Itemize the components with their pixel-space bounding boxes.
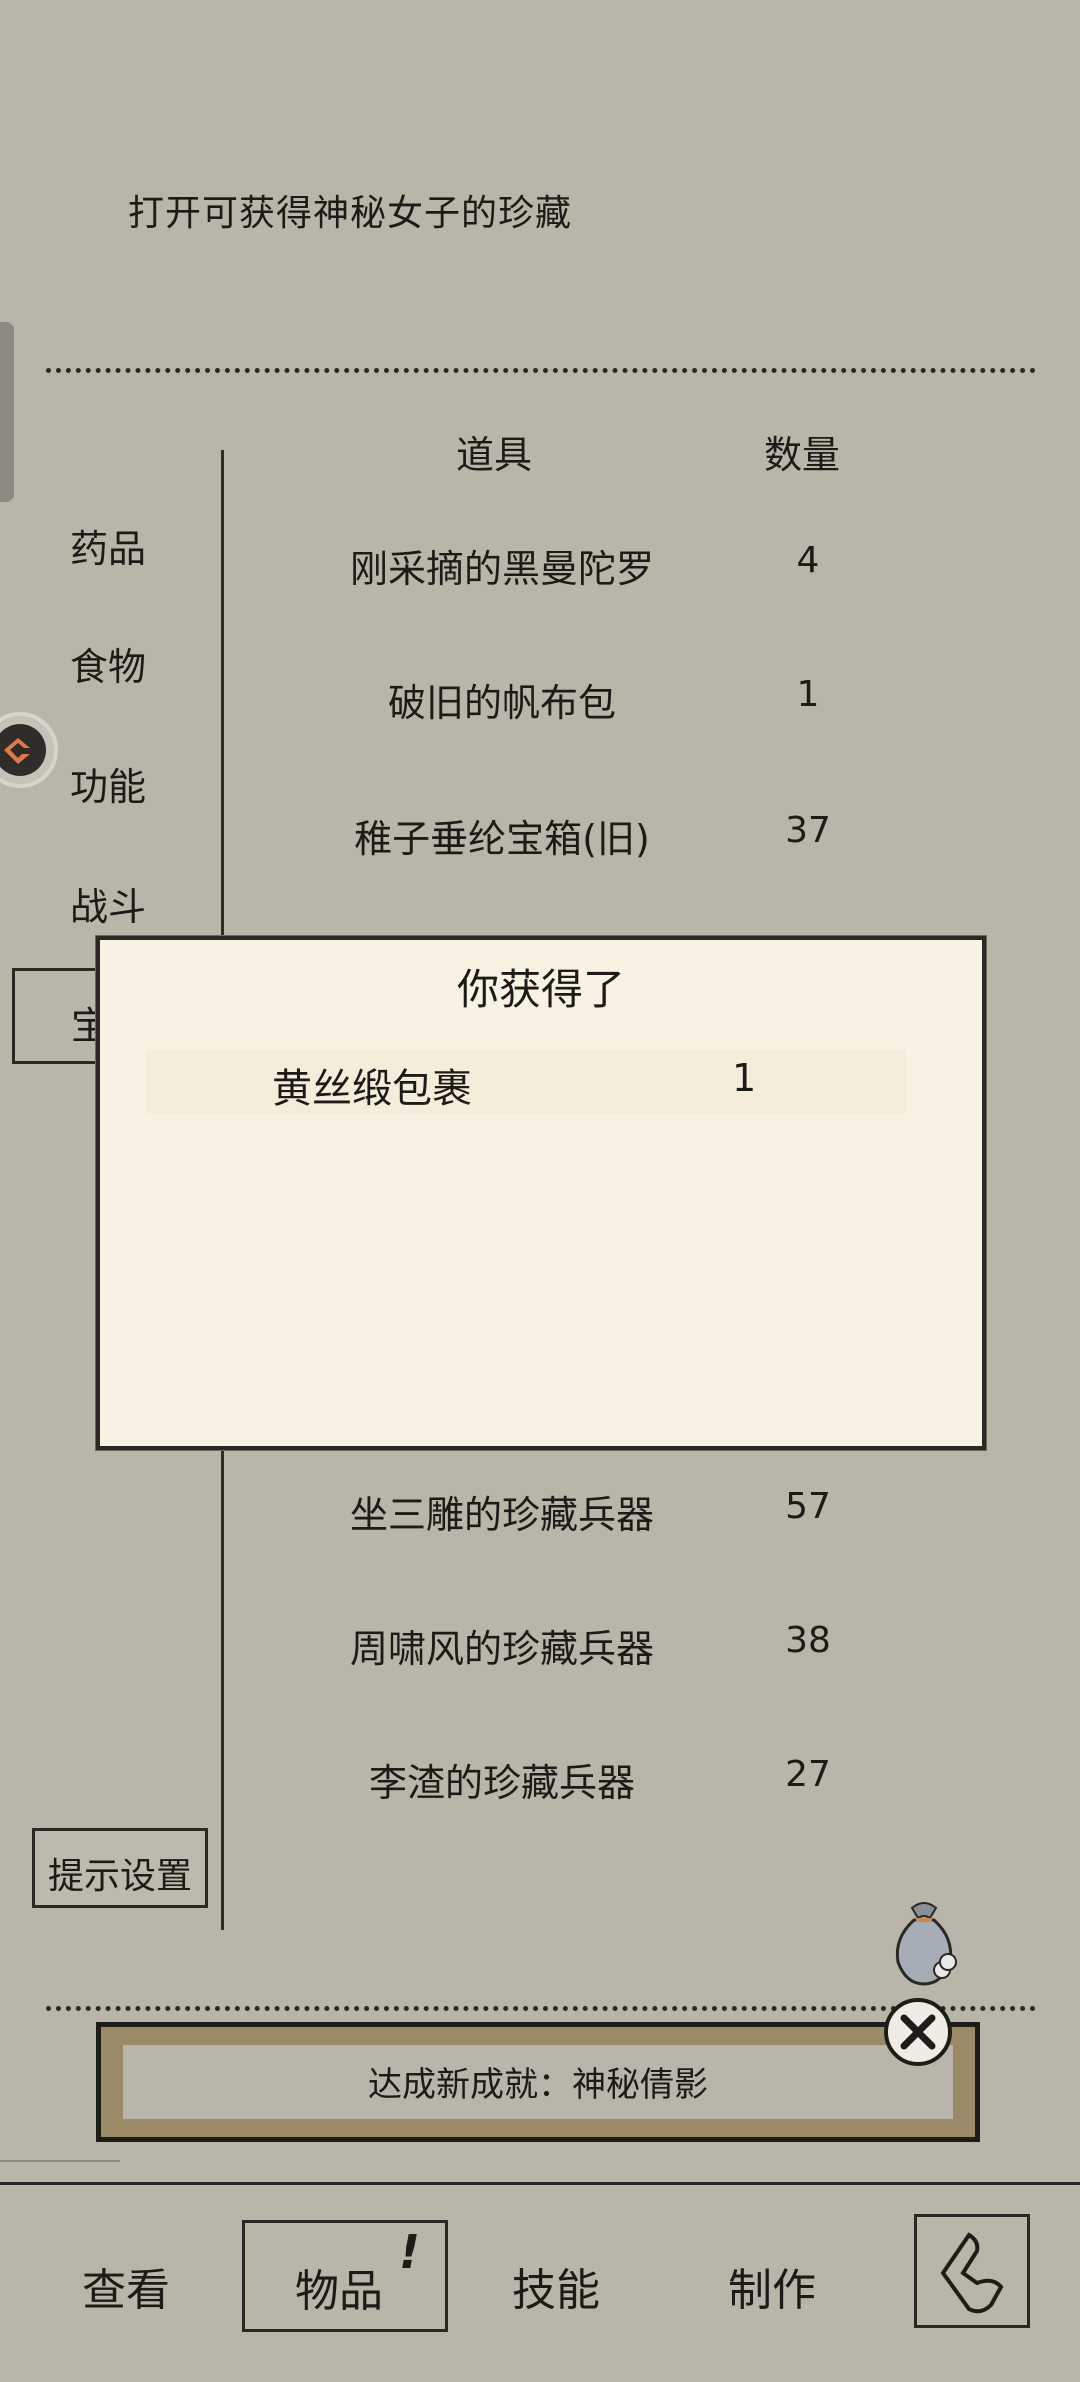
- popup-title: 你获得了: [456, 965, 625, 1014]
- achievement-banner[interactable]: 达成新成就：神秘倩影: [96, 2022, 980, 2142]
- decorative-stroke: [0, 2150, 120, 2162]
- money-bag-icon[interactable]: [884, 1894, 964, 1994]
- category-food[interactable]: 食物: [70, 636, 146, 691]
- category-medicine[interactable]: 药品: [70, 518, 146, 573]
- reward-popup[interactable]: 你获得了 黄丝缎包裹 1: [96, 936, 986, 1450]
- nav-items-alert: !: [399, 2225, 420, 2279]
- popup-item-row: [146, 1050, 906, 1114]
- popup-item-qty: 1: [732, 1056, 757, 1100]
- nav-separator: [0, 2182, 1080, 2185]
- back-button[interactable]: [914, 2214, 1030, 2328]
- table-row-qty: 4: [796, 540, 820, 581]
- column-header-quantity: 数量: [764, 433, 841, 477]
- item-description: 打开可获得神秘女子的珍藏: [128, 193, 573, 234]
- table-row-qty: 27: [785, 1754, 831, 1795]
- table-row-qty: 57: [785, 1486, 831, 1527]
- table-row-name[interactable]: 坐三雕的珍藏兵器: [282, 1484, 722, 1539]
- table-row-name[interactable]: 李渣的珍藏兵器: [282, 1752, 722, 1807]
- category-combat[interactable]: 战斗: [70, 876, 146, 931]
- popup-item-name: 黄丝缎包裹: [272, 1066, 472, 1112]
- nav-view[interactable]: 查看: [82, 2254, 170, 2318]
- achievement-text: 达成新成就：神秘倩影: [368, 2065, 708, 2105]
- nav-skills[interactable]: 技能: [512, 2254, 600, 2318]
- function-circle-icon: [0, 724, 46, 776]
- table-row-qty: 38: [785, 1620, 831, 1661]
- table-row-name[interactable]: 稚子垂纶宝箱(旧): [282, 808, 722, 863]
- table-row-name[interactable]: 破旧的帆布包: [282, 672, 722, 727]
- hint-settings-label: 提示设置: [47, 1856, 192, 1897]
- hint-settings-button[interactable]: 提示设置: [32, 1828, 208, 1908]
- nav-items-label: 物品: [295, 2266, 383, 2317]
- function-circle-button[interactable]: [0, 712, 58, 788]
- close-x-icon[interactable]: [884, 1998, 952, 2066]
- table-row-qty: 37: [785, 810, 831, 851]
- nav-items[interactable]: 物品 !: [242, 2220, 448, 2332]
- category-function[interactable]: 功能: [70, 756, 146, 811]
- back-arrow-icon: [940, 2232, 1004, 2314]
- column-header-item: 道具: [456, 433, 533, 477]
- table-row-name[interactable]: 周啸风的珍藏兵器: [282, 1618, 722, 1673]
- table-row-name[interactable]: 刚采摘的黑曼陀罗: [282, 538, 722, 593]
- table-row-qty: 1: [796, 674, 820, 715]
- top-divider: [46, 368, 1036, 373]
- nav-craft[interactable]: 制作: [728, 2254, 816, 2318]
- side-drawer-handle[interactable]: [0, 322, 14, 502]
